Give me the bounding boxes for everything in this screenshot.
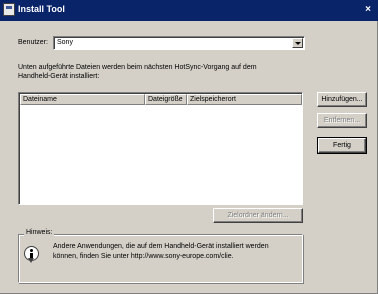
instructions-line-1: Unten aufgeführte Dateien werden beim nä… [18,64,257,71]
hint-line-1: Andere Anwendungen, die auf dem Handheld… [53,243,269,250]
add-button[interactable]: Hinzufügen... [317,92,367,107]
title-bar[interactable]: Install Tool × [0,0,378,21]
instructions-line-2: Handheld-Gerät installiert: [18,73,100,80]
hint-line-2: können, finden Sie unter http://www.sony… [53,253,234,260]
window-title: Install Tool [18,4,65,14]
column-header-filename[interactable]: Dateiname [20,94,145,105]
close-icon[interactable]: × [362,4,374,16]
chevron-down-icon[interactable] [292,38,303,48]
hint-title: Hinweis: [24,229,55,236]
column-header-filesize[interactable]: Dateigröße [145,94,187,105]
file-list[interactable]: Dateiname Dateigröße Zielspeicherort [18,92,303,205]
info-icon-tail [28,258,34,263]
user-select-value: Sony [57,39,73,46]
user-select[interactable]: Sony [53,36,305,50]
app-icon [3,3,15,16]
column-header-destination[interactable]: Zielspeicherort [187,94,302,105]
remove-button[interactable]: Entfernen... [317,113,367,128]
install-tool-window: Install Tool × Benutzer: Sony Unten aufg… [0,0,378,294]
user-label: Benutzer: [18,39,48,46]
done-button[interactable]: Fertig [317,137,367,154]
change-folder-button[interactable]: Zielordner ändern... [213,208,303,223]
